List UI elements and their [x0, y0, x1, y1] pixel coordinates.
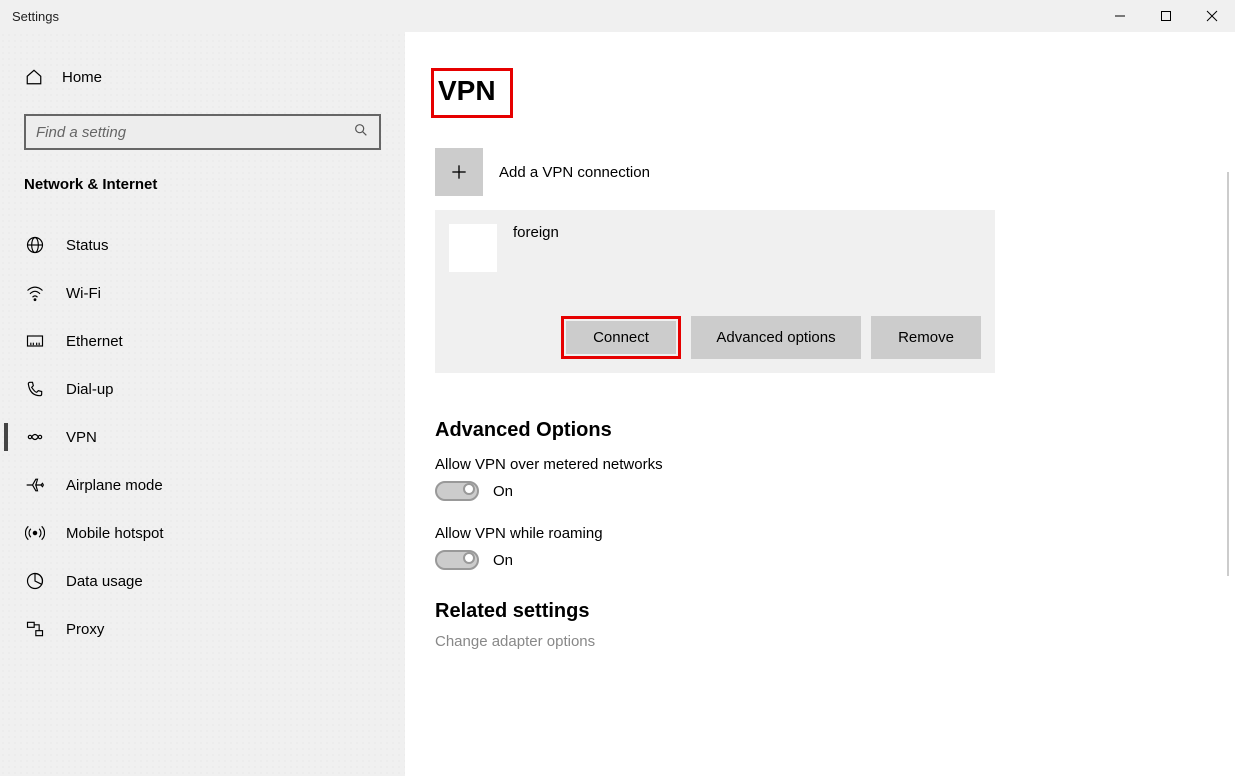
search-box[interactable] [24, 114, 381, 150]
sidebar-item-datausage[interactable]: Data usage [0, 557, 405, 605]
sidebar-item-dialup[interactable]: Dial-up [0, 365, 405, 413]
globe-icon [24, 235, 46, 255]
metered-toggle-state: On [493, 483, 513, 500]
sidebar-item-status[interactable]: Status [0, 221, 405, 269]
add-vpn-label: Add a VPN connection [499, 164, 650, 181]
scrollbar[interactable] [1227, 172, 1229, 576]
add-vpn-row[interactable]: Add a VPN connection [435, 148, 1235, 196]
sidebar-home-label: Home [62, 69, 102, 86]
sidebar-item-label: VPN [66, 429, 97, 446]
sidebar-item-hotspot[interactable]: Mobile hotspot [0, 509, 405, 557]
search-input[interactable] [36, 124, 353, 141]
sidebar-item-airplane[interactable]: Airplane mode [0, 461, 405, 509]
connection-icon [449, 224, 497, 272]
plus-icon [435, 148, 483, 196]
roaming-toggle[interactable] [435, 550, 479, 570]
roaming-option-label: Allow VPN while roaming [435, 525, 1235, 542]
metered-toggle[interactable] [435, 481, 479, 501]
sidebar-item-proxy[interactable]: Proxy [0, 605, 405, 653]
main-content: VPN Add a VPN connection foreign Connect [405, 32, 1235, 776]
related-settings-heading: Related settings [435, 600, 1235, 623]
phone-icon [24, 379, 46, 399]
home-icon [24, 68, 44, 86]
sidebar-item-label: Ethernet [66, 333, 123, 350]
close-button[interactable] [1189, 0, 1235, 32]
wifi-icon [24, 283, 46, 303]
advanced-options-heading: Advanced Options [435, 419, 1235, 442]
sidebar-item-label: Status [66, 237, 109, 254]
change-adapter-link[interactable]: Change adapter options [435, 633, 1235, 650]
minimize-button[interactable] [1097, 0, 1143, 32]
vpn-icon [24, 427, 46, 447]
roaming-toggle-state: On [493, 552, 513, 569]
connect-button[interactable]: Connect [566, 321, 676, 354]
window-controls [1097, 0, 1235, 32]
sidebar-item-label: Proxy [66, 621, 104, 638]
metered-option-label: Allow VPN over metered networks [435, 456, 1235, 473]
data-usage-icon [24, 571, 46, 591]
ethernet-icon [24, 331, 46, 351]
vpn-connection-card[interactable]: foreign Connect Advanced options Remove [435, 210, 995, 373]
search-icon [353, 122, 369, 142]
sidebar: Home Network & Internet Status [0, 32, 405, 776]
page-title-highlight: VPN [431, 68, 513, 118]
sidebar-home[interactable]: Home [24, 62, 381, 92]
window-title: Settings [12, 9, 59, 24]
sidebar-item-wifi[interactable]: Wi-Fi [0, 269, 405, 317]
maximize-button[interactable] [1143, 0, 1189, 32]
sidebar-section-title: Network & Internet [24, 176, 381, 193]
sidebar-item-ethernet[interactable]: Ethernet [0, 317, 405, 365]
hotspot-icon [24, 523, 46, 543]
proxy-icon [24, 619, 46, 639]
page-title: VPN [434, 71, 510, 115]
airplane-icon [24, 475, 46, 495]
sidebar-item-label: Mobile hotspot [66, 525, 164, 542]
sidebar-item-label: Data usage [66, 573, 143, 590]
sidebar-item-label: Dial-up [66, 381, 114, 398]
advanced-options-button[interactable]: Advanced options [691, 316, 861, 359]
connect-highlight: Connect [561, 316, 681, 359]
remove-button[interactable]: Remove [871, 316, 981, 359]
sidebar-item-label: Wi-Fi [66, 285, 101, 302]
connection-name: foreign [513, 224, 559, 241]
sidebar-item-vpn[interactable]: VPN [0, 413, 405, 461]
sidebar-item-label: Airplane mode [66, 477, 163, 494]
